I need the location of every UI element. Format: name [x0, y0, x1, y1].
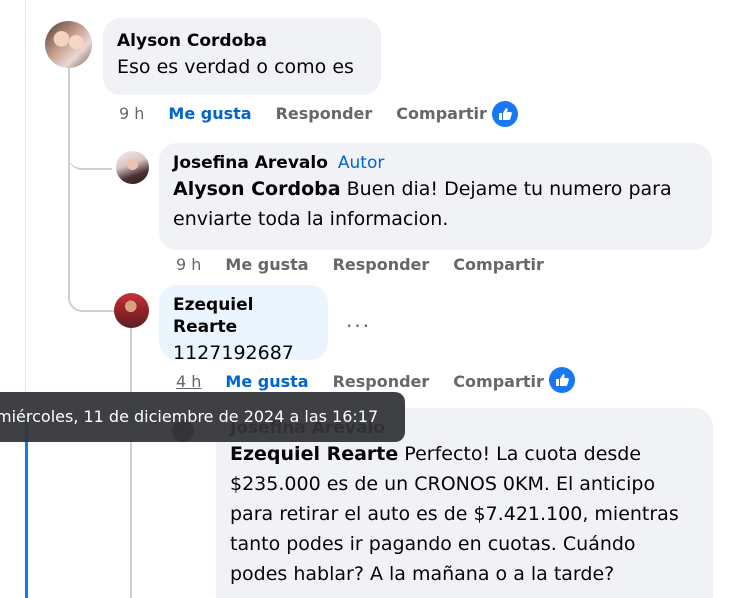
comment-actions: 9 h Me gusta Responder Compartir [119, 104, 511, 123]
avatar[interactable] [116, 151, 149, 184]
timestamp-tooltip: miércoles, 11 de diciembre de 2024 a las… [0, 392, 405, 442]
like-button[interactable]: Me gusta [225, 372, 308, 391]
comment-author[interactable]: Josefina Arevalo [173, 153, 328, 173]
comment-text: 1127192687 [173, 342, 294, 364]
thumbs-up-icon[interactable] [492, 101, 518, 127]
mention-link[interactable]: Alyson Cordoba [173, 178, 341, 200]
comment-author[interactable]: Alyson Cordoba [117, 30, 367, 52]
reply-button[interactable]: Responder [333, 372, 430, 391]
thumbs-up-icon[interactable] [549, 367, 575, 393]
comment-time[interactable]: 9 h [176, 255, 201, 274]
avatar[interactable] [114, 293, 149, 328]
avatar[interactable] [45, 21, 92, 68]
comment-actions: 9 h Me gusta Responder Compartir [176, 255, 568, 274]
like-button[interactable]: Me gusta [168, 104, 251, 123]
comment-bubble: Alyson Cordoba Eso es verdad o como es [103, 18, 381, 95]
more-icon[interactable]: ... [346, 310, 371, 330]
tooltip-text: miércoles, 11 de diciembre de 2024 a las… [0, 407, 379, 426]
comment-author[interactable]: Ezequiel Rearte [173, 294, 316, 338]
reply-button[interactable]: Responder [333, 255, 430, 274]
thread-line [130, 328, 132, 598]
share-button[interactable]: Compartir [396, 104, 487, 123]
comment-time[interactable]: 4 h [176, 372, 201, 391]
comment-text: Ezequiel Rearte Perfecto! La cuota desde… [230, 443, 679, 585]
like-button[interactable]: Me gusta [225, 255, 308, 274]
thread-connector [68, 150, 114, 312]
mention-link[interactable]: Ezequiel Rearte [230, 443, 398, 465]
comment-author-row: Josefina Arevalo Autor [173, 152, 700, 174]
comment-bubble: Ezequiel Rearte 1127192687 [159, 285, 328, 364]
reply-button[interactable]: Responder [276, 104, 373, 123]
comment-text: Alyson Cordoba Buen dia! Dejame tu numer… [173, 178, 672, 230]
comment-text: Eso es verdad o como es [117, 56, 354, 78]
share-button[interactable]: Compartir [453, 255, 544, 274]
comment-bubble: Josefina Arevalo Autor Alyson Cordoba Bue… [159, 143, 712, 250]
author-badge: Autor [337, 153, 385, 173]
comment-time[interactable]: 9 h [119, 104, 144, 123]
focus-indicator [25, 420, 28, 598]
comment-actions: 4 h Me gusta Responder Compartir [176, 372, 568, 391]
share-button[interactable]: Compartir [453, 372, 544, 391]
